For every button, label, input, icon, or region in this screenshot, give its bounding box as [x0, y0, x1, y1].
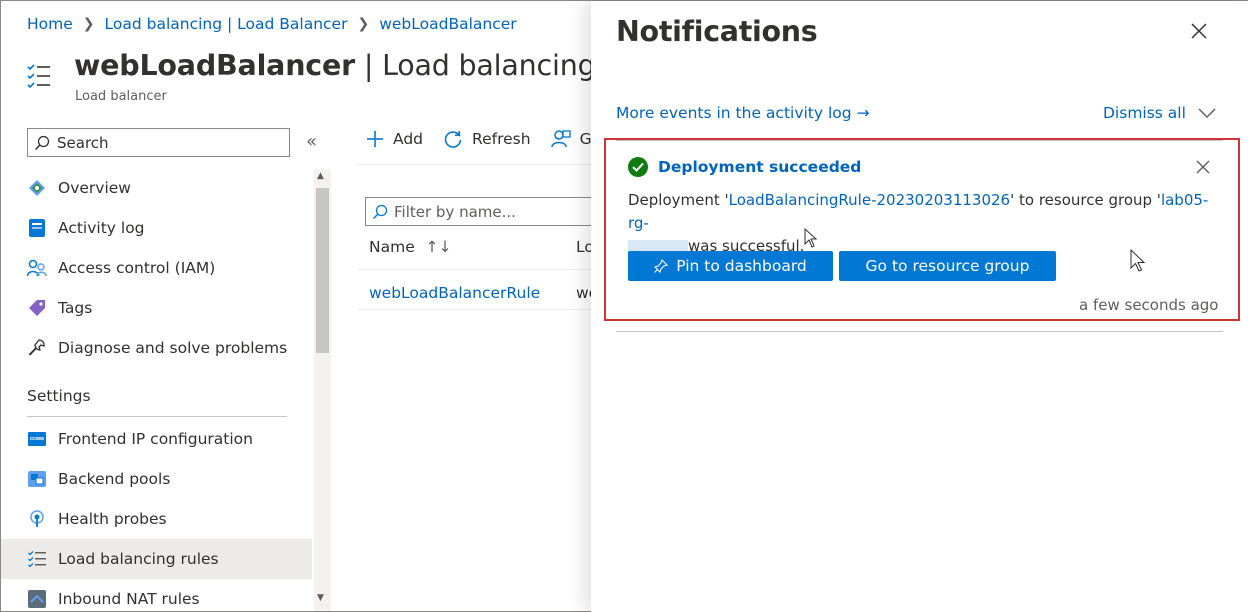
close-icon: [1191, 23, 1207, 39]
sidebar-item-label: Load balancing rules: [58, 550, 219, 568]
dismiss-notification-button[interactable]: [1196, 159, 1210, 178]
sidebar-item-lb-rules[interactable]: Load balancing rules: [1, 539, 312, 579]
chevron-right-icon: ❯: [82, 16, 95, 32]
filter-placeholder: Filter by name...: [394, 202, 516, 221]
collapse-sidebar-button[interactable]: «: [306, 131, 317, 152]
refresh-icon: [444, 130, 462, 148]
health-probe-icon: [27, 509, 47, 529]
sidebar-item-label: Inbound NAT rules: [58, 590, 200, 608]
sidebar-item-label: Activity log: [58, 219, 145, 237]
nat-rules-icon: [27, 589, 47, 609]
search-icon: [34, 135, 50, 150]
sidebar-search-input[interactable]: Search: [27, 128, 290, 157]
sidebar-item-overview[interactable]: Overview: [1, 168, 312, 208]
frontend-ip-icon: [27, 429, 47, 449]
lb-rules-page-icon: [27, 63, 50, 93]
pin-to-dashboard-button[interactable]: Pin to dashboard: [628, 251, 833, 281]
tag-icon: [27, 298, 47, 318]
notification-status: Deployment succeeded: [628, 157, 861, 177]
sidebar-item-label: Backend pools: [58, 470, 171, 488]
scroll-up-icon[interactable]: ▲: [317, 171, 324, 181]
msg-prefix: Deployment ': [628, 191, 729, 209]
activity-log-icon: [27, 218, 47, 238]
sidebar-item-tags[interactable]: Tags: [1, 288, 312, 328]
column-header-name[interactable]: Name ↑↓: [369, 238, 452, 256]
activity-log-link[interactable]: More events in the activity log →: [616, 104, 870, 122]
divider: [616, 331, 1223, 332]
sidebar-item-backend-pools[interactable]: Backend pools: [1, 459, 312, 499]
sidebar-section-settings: Settings: [27, 387, 91, 405]
sidebar-item-label: Frontend IP configuration: [58, 430, 253, 448]
msg-mid: ' to resource group ': [1010, 191, 1161, 209]
success-check-icon: [628, 157, 648, 177]
go-to-resource-group-button[interactable]: Go to resource group: [839, 251, 1056, 281]
dismiss-all-button[interactable]: Dismiss all: [1103, 104, 1216, 122]
divider: [358, 164, 598, 165]
overview-icon: [27, 178, 47, 198]
breadcrumb-home[interactable]: Home: [27, 15, 73, 33]
chevron-right-icon: ❯: [357, 16, 370, 32]
pin-label: Pin to dashboard: [676, 257, 807, 275]
toolbar-third-label: G: [579, 130, 592, 148]
sort-icon: ↑↓: [425, 238, 452, 256]
sidebar-item-label: Overview: [58, 179, 131, 197]
sidebar-item-nat-rules[interactable]: Inbound NAT rules: [1, 579, 312, 612]
search-placeholder: Search: [57, 133, 109, 152]
add-button[interactable]: Add: [366, 130, 423, 148]
command-toolbar: Add Refresh G: [366, 129, 612, 149]
backend-pools-icon: [27, 469, 47, 489]
notification-timestamp: a few seconds ago: [1079, 296, 1219, 314]
add-label: Add: [393, 130, 424, 148]
breadcrumb-lb-list[interactable]: Load balancing | Load Balancer: [105, 15, 348, 33]
sidebar-item-label: Health probes: [58, 510, 167, 528]
notification-status-label: Deployment succeeded: [658, 158, 862, 176]
wrench-icon: [27, 338, 47, 358]
iam-icon: [27, 258, 47, 278]
rule-name-link[interactable]: webLoadBalancerRule: [369, 284, 540, 302]
sidebar-scroll-thumb[interactable]: [316, 188, 329, 353]
sidebar-item-frontend-ip[interactable]: Frontend IP configuration: [1, 419, 312, 459]
notification-message: Deployment 'LoadBalancingRule-2023020311…: [628, 189, 1218, 258]
divider: [27, 416, 287, 417]
divider: [358, 309, 598, 310]
filter-input[interactable]: Filter by name...: [365, 197, 605, 226]
sidebar-item-label: Tags: [58, 299, 93, 317]
plus-icon: [367, 131, 383, 147]
close-notifications-button[interactable]: [1189, 21, 1209, 45]
pin-icon: [654, 259, 669, 273]
refresh-label: Refresh: [472, 130, 531, 148]
mouse-cursor-icon: [1130, 248, 1146, 277]
lb-rules-icon: [27, 549, 47, 569]
sidebar-item-activity-log[interactable]: Activity log: [1, 208, 312, 248]
sidebar-item-label: Diagnose and solve problems: [58, 339, 288, 357]
close-icon: [1196, 160, 1210, 174]
dismiss-all-label: Dismiss all: [1103, 104, 1186, 122]
sidebar-item-label: Access control (IAM): [58, 259, 216, 277]
sidebar-item-diagnose[interactable]: Diagnose and solve problems: [1, 328, 312, 368]
breadcrumb: Home ❯ Load balancing | Load Balancer ❯ …: [27, 15, 517, 33]
chevron-down-icon[interactable]: [1198, 107, 1216, 119]
column-header-label: Name: [369, 238, 415, 256]
breadcrumb-current[interactable]: webLoadBalancer: [379, 15, 516, 33]
toolbar-third-button[interactable]: G: [550, 129, 592, 149]
divider: [358, 269, 598, 270]
page-subtitle: Load balancer: [75, 89, 167, 104]
notifications-title: Notifications: [616, 15, 818, 48]
refresh-button[interactable]: Refresh: [443, 129, 531, 149]
text-cursor-icon: [804, 227, 818, 252]
goto-label: Go to resource group: [865, 257, 1030, 275]
page-title: webLoadBalancer | Load balancing rule: [74, 49, 659, 82]
sidebar-item-access-control[interactable]: Access control (IAM): [1, 248, 312, 288]
feedback-icon: [550, 130, 571, 148]
scroll-down-icon[interactable]: ▼: [317, 593, 324, 603]
deployment-link[interactable]: LoadBalancingRule-20230203113026: [729, 191, 1010, 209]
search-icon: [372, 204, 388, 219]
sidebar-item-health-probes[interactable]: Health probes: [1, 499, 312, 539]
